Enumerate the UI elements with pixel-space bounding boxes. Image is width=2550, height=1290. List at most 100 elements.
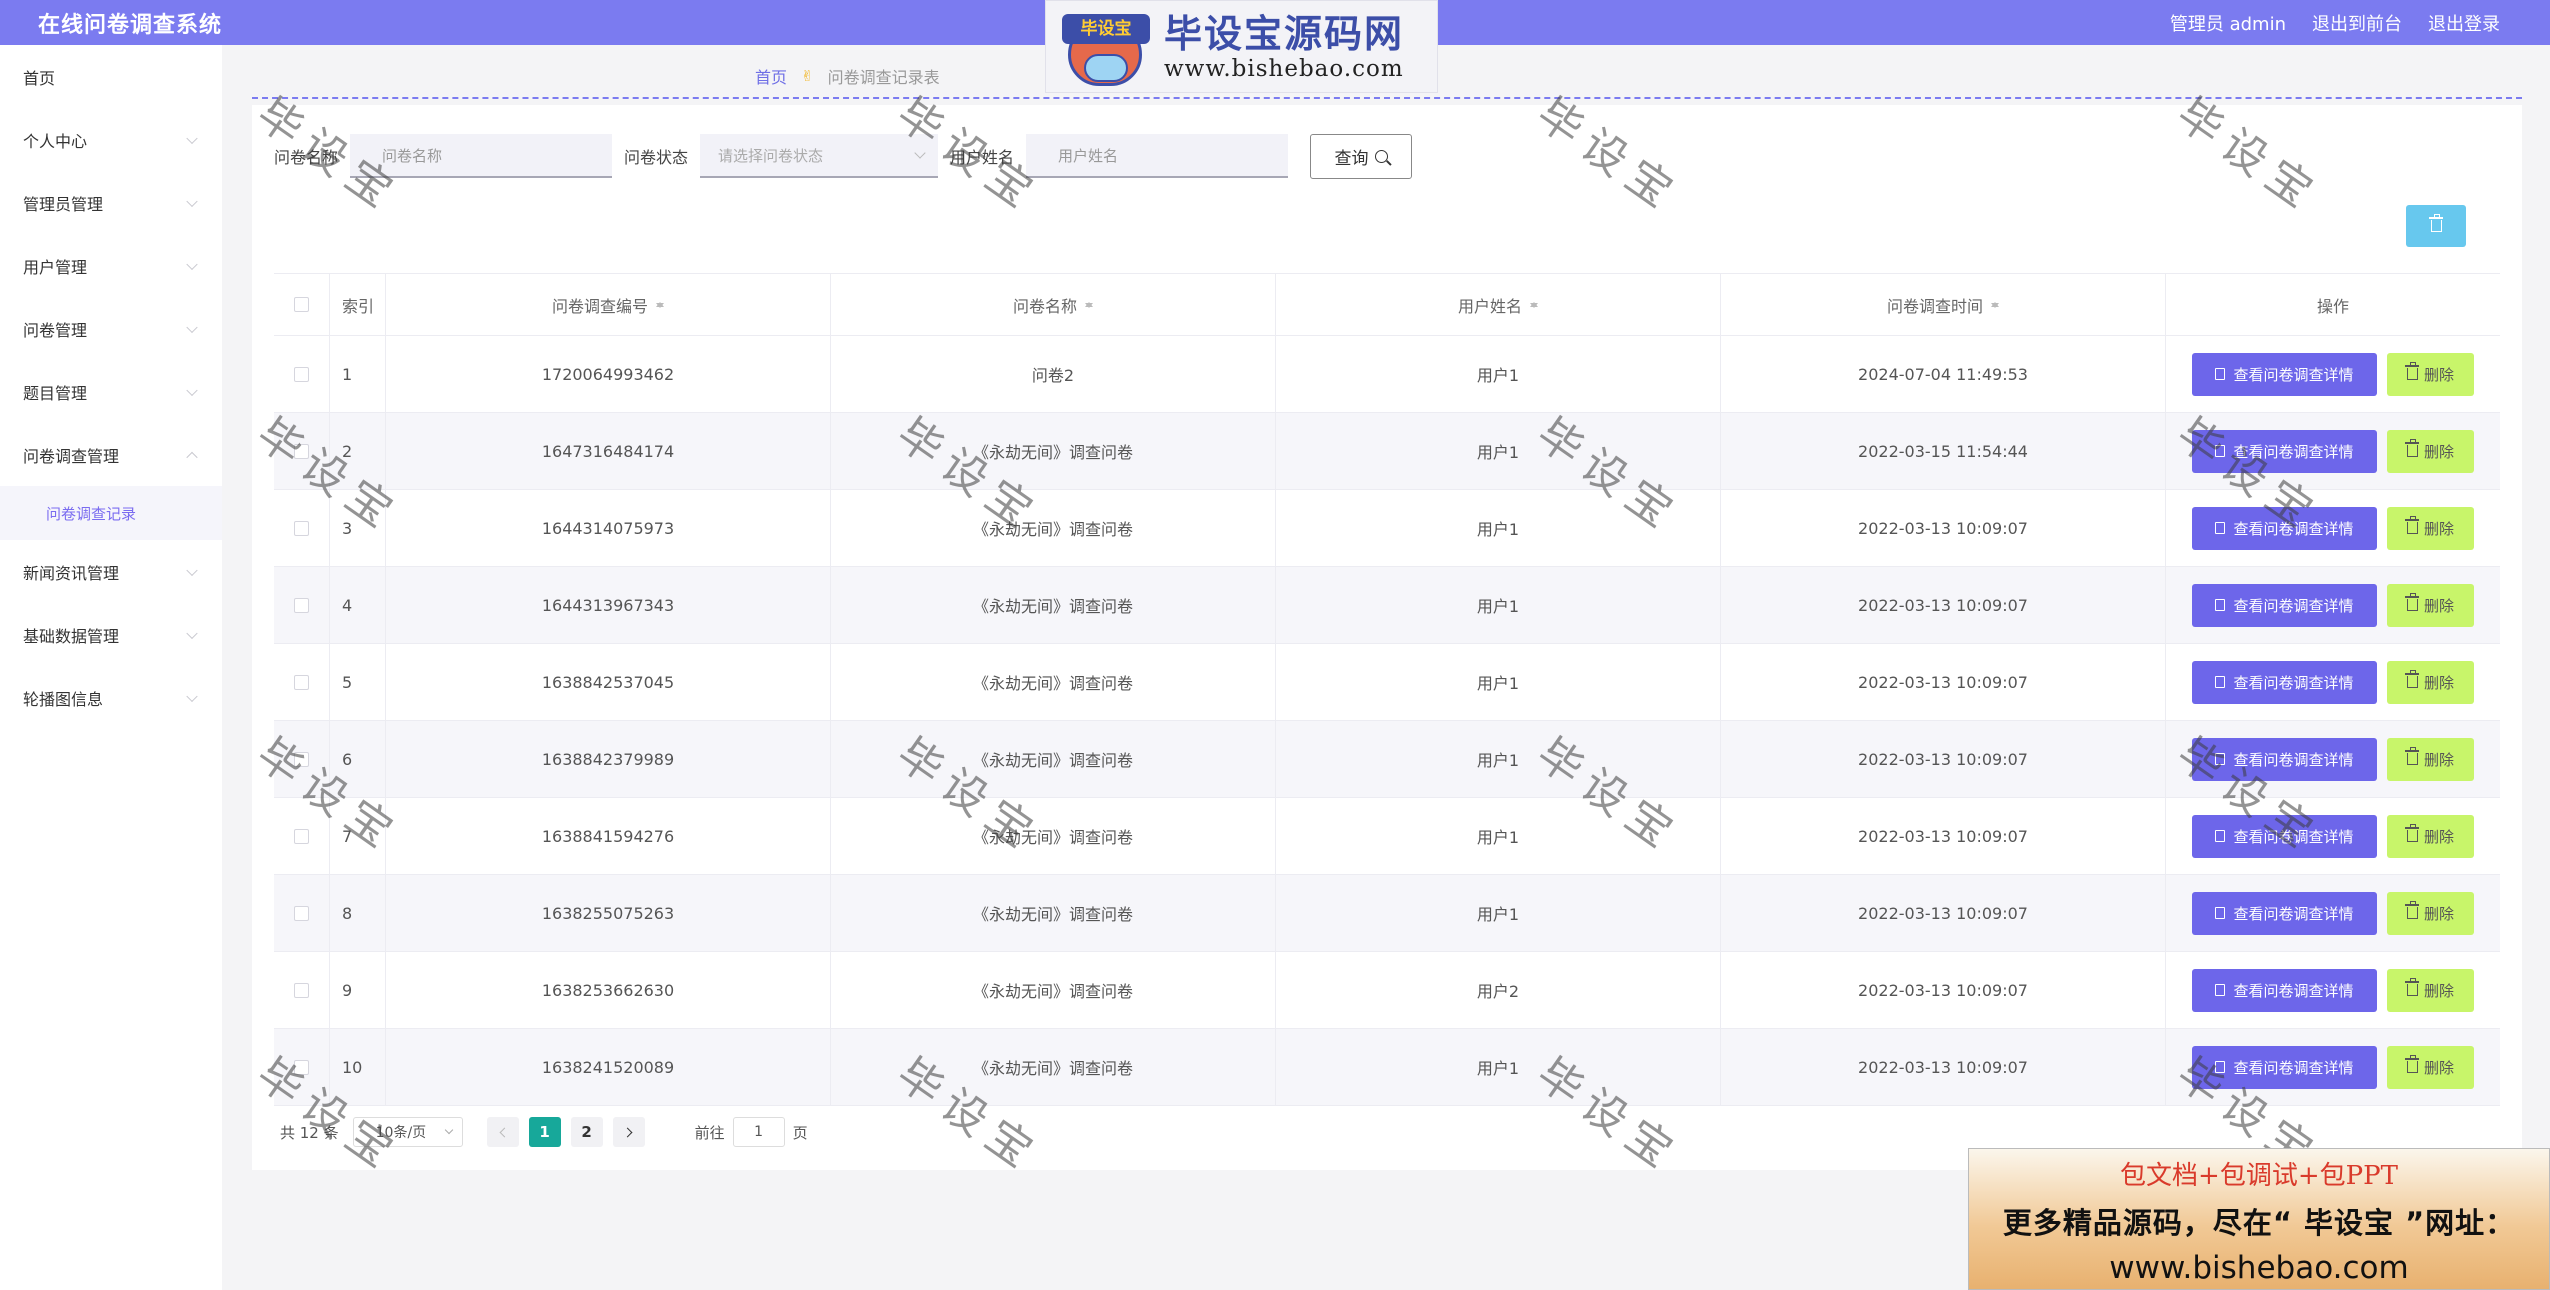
ad-banner[interactable]: 包文档+包调试+包PPT 更多精品源码，尽在“ 毕设宝 ”网址： www.bis… xyxy=(1968,1148,2550,1290)
sidebar-item-survey-record-management[interactable]: 问卷调查管理 xyxy=(0,423,222,486)
cell-user: 用户1 xyxy=(1276,336,1721,412)
survey-status-select[interactable]: 请选择问卷状态 xyxy=(700,134,939,178)
cell-ops: 查看问卷调查详情 删除 xyxy=(2166,336,2500,412)
header-number[interactable]: 问卷调查编号 xyxy=(386,274,831,335)
row-checkbox-cell xyxy=(274,490,330,566)
view-detail-button[interactable]: 查看问卷调查详情 xyxy=(2192,660,2377,704)
brand-badge: 毕设宝 xyxy=(1062,13,1150,44)
row-checkbox-cell xyxy=(274,721,330,797)
records-table: 索引 问卷调查编号 问卷名称 用户姓名 问卷调查时间 操作 1 172006499… xyxy=(274,273,2500,1106)
trash-icon xyxy=(2404,978,2419,996)
logout-link[interactable]: 退出登录 xyxy=(2428,10,2500,36)
sidebar-item-carousel-info[interactable]: 轮播图信息 xyxy=(0,666,222,729)
admin-label[interactable]: 管理员 admin xyxy=(2170,10,2286,36)
sidebar-item-admin-management[interactable]: 管理员管理 xyxy=(0,171,222,234)
row-checkbox[interactable] xyxy=(294,982,309,998)
cell-index: 6 xyxy=(330,721,386,797)
row-checkbox[interactable] xyxy=(294,597,309,613)
brand-watermark-banner: 毕设宝 毕设宝源码网 www.bishebao.com xyxy=(1045,0,1438,93)
sidebar-item-label: 问卷调查管理 xyxy=(23,446,120,466)
row-checkbox[interactable] xyxy=(294,443,309,459)
row-checkbox[interactable] xyxy=(294,366,309,382)
prev-page-button[interactable] xyxy=(486,1117,519,1147)
next-page-button[interactable] xyxy=(612,1117,645,1147)
sidebar-item-question-management[interactable]: 题目管理 xyxy=(0,360,222,423)
delete-button[interactable]: 删除 xyxy=(2387,1045,2474,1089)
view-detail-button[interactable]: 查看问卷调查详情 xyxy=(2192,506,2377,550)
row-checkbox-cell xyxy=(274,644,330,720)
header-index: 索引 xyxy=(330,274,386,335)
view-detail-label: 查看问卷调查详情 xyxy=(2233,442,2354,461)
survey-name-input[interactable]: 问卷名称 xyxy=(350,134,613,178)
sidebar-subitem-survey-records[interactable]: 问卷调查记录 xyxy=(0,486,222,540)
cell-index: 10 xyxy=(330,1029,386,1105)
delete-button[interactable]: 删除 xyxy=(2387,737,2474,781)
delete-label: 删除 xyxy=(2423,981,2454,1000)
row-checkbox[interactable] xyxy=(294,1059,309,1075)
header-user[interactable]: 用户姓名 xyxy=(1276,274,1721,335)
delete-button[interactable]: 删除 xyxy=(2387,429,2474,473)
delete-button[interactable]: 删除 xyxy=(2387,814,2474,858)
view-detail-button[interactable]: 查看问卷调查详情 xyxy=(2192,429,2377,473)
delete-button[interactable]: 删除 xyxy=(2387,891,2474,935)
chevron-down-icon xyxy=(186,627,198,639)
row-checkbox-cell xyxy=(274,336,330,412)
delete-label: 删除 xyxy=(2423,519,2454,538)
cell-ops: 查看问卷调查详情 删除 xyxy=(2166,490,2500,566)
sidebar-item-personal-center[interactable]: 个人中心 xyxy=(0,108,222,171)
cell-name: 《永劫无间》调查问卷 xyxy=(831,567,1276,643)
chevron-down-icon xyxy=(444,1125,453,1135)
goto-page-input[interactable]: 1 xyxy=(732,1117,785,1147)
view-detail-button[interactable]: 查看问卷调查详情 xyxy=(2192,352,2377,396)
page-button-2[interactable]: 2 xyxy=(570,1117,603,1147)
bulk-delete-button[interactable] xyxy=(2406,205,2466,247)
breadcrumb-home[interactable]: 首页 xyxy=(755,64,787,88)
cell-time: 2022-03-13 10:09:07 xyxy=(1721,644,2166,720)
view-detail-button[interactable]: 查看问卷调查详情 xyxy=(2192,891,2377,935)
row-checkbox[interactable] xyxy=(294,674,309,690)
sidebar-item-base-data-management[interactable]: 基础数据管理 xyxy=(0,603,222,666)
cell-time: 2022-03-13 10:09:07 xyxy=(1721,490,2166,566)
row-checkbox[interactable] xyxy=(294,751,309,767)
cell-index: 5 xyxy=(330,644,386,720)
page-button-1[interactable]: 1 xyxy=(528,1117,561,1147)
view-detail-button[interactable]: 查看问卷调查详情 xyxy=(2192,583,2377,627)
view-detail-button[interactable]: 查看问卷调查详情 xyxy=(2192,737,2377,781)
exit-to-front-link[interactable]: 退出到前台 xyxy=(2312,10,2402,36)
sidebar-item-news-management[interactable]: 新闻资讯管理 xyxy=(0,540,222,603)
delete-button[interactable]: 删除 xyxy=(2387,352,2474,396)
row-checkbox[interactable] xyxy=(294,828,309,844)
sidebar-item-home[interactable]: 首页 xyxy=(0,45,222,108)
delete-button[interactable]: 删除 xyxy=(2387,968,2474,1012)
delete-button[interactable]: 删除 xyxy=(2387,660,2474,704)
cell-ops: 查看问卷调查详情 删除 xyxy=(2166,413,2500,489)
delete-button[interactable]: 删除 xyxy=(2387,506,2474,550)
cell-time: 2022-03-13 10:09:07 xyxy=(1721,875,2166,951)
document-icon xyxy=(2215,522,2226,534)
trash-icon xyxy=(2404,747,2419,765)
trash-icon xyxy=(2404,1055,2419,1073)
page-size-select[interactable]: 10条/页 xyxy=(352,1117,463,1147)
view-detail-button[interactable]: 查看问卷调查详情 xyxy=(2192,1045,2377,1089)
sidebar-item-user-management[interactable]: 用户管理 xyxy=(0,234,222,297)
query-button[interactable]: 查询 xyxy=(1310,133,1413,179)
document-icon xyxy=(2215,599,2226,611)
chevron-down-icon xyxy=(186,132,198,144)
delete-label: 删除 xyxy=(2423,1058,2454,1077)
trash-icon xyxy=(2404,439,2419,457)
cell-name: 《永劫无间》调查问卷 xyxy=(831,952,1276,1028)
header-name[interactable]: 问卷名称 xyxy=(831,274,1276,335)
select-all-checkbox[interactable] xyxy=(294,297,309,312)
cell-name: 《永劫无间》调查问卷 xyxy=(831,721,1276,797)
row-checkbox-cell xyxy=(274,875,330,951)
sidebar-item-label: 问卷管理 xyxy=(23,320,88,340)
header-time[interactable]: 问卷调查时间 xyxy=(1721,274,2166,335)
trash-icon xyxy=(2404,824,2419,842)
view-detail-button[interactable]: 查看问卷调查详情 xyxy=(2192,968,2377,1012)
view-detail-button[interactable]: 查看问卷调查详情 xyxy=(2192,814,2377,858)
delete-button[interactable]: 删除 xyxy=(2387,583,2474,627)
user-name-input[interactable]: 用户姓名 xyxy=(1026,134,1289,178)
row-checkbox[interactable] xyxy=(294,905,309,921)
sidebar-item-survey-management[interactable]: 问卷管理 xyxy=(0,297,222,360)
row-checkbox[interactable] xyxy=(294,520,309,536)
